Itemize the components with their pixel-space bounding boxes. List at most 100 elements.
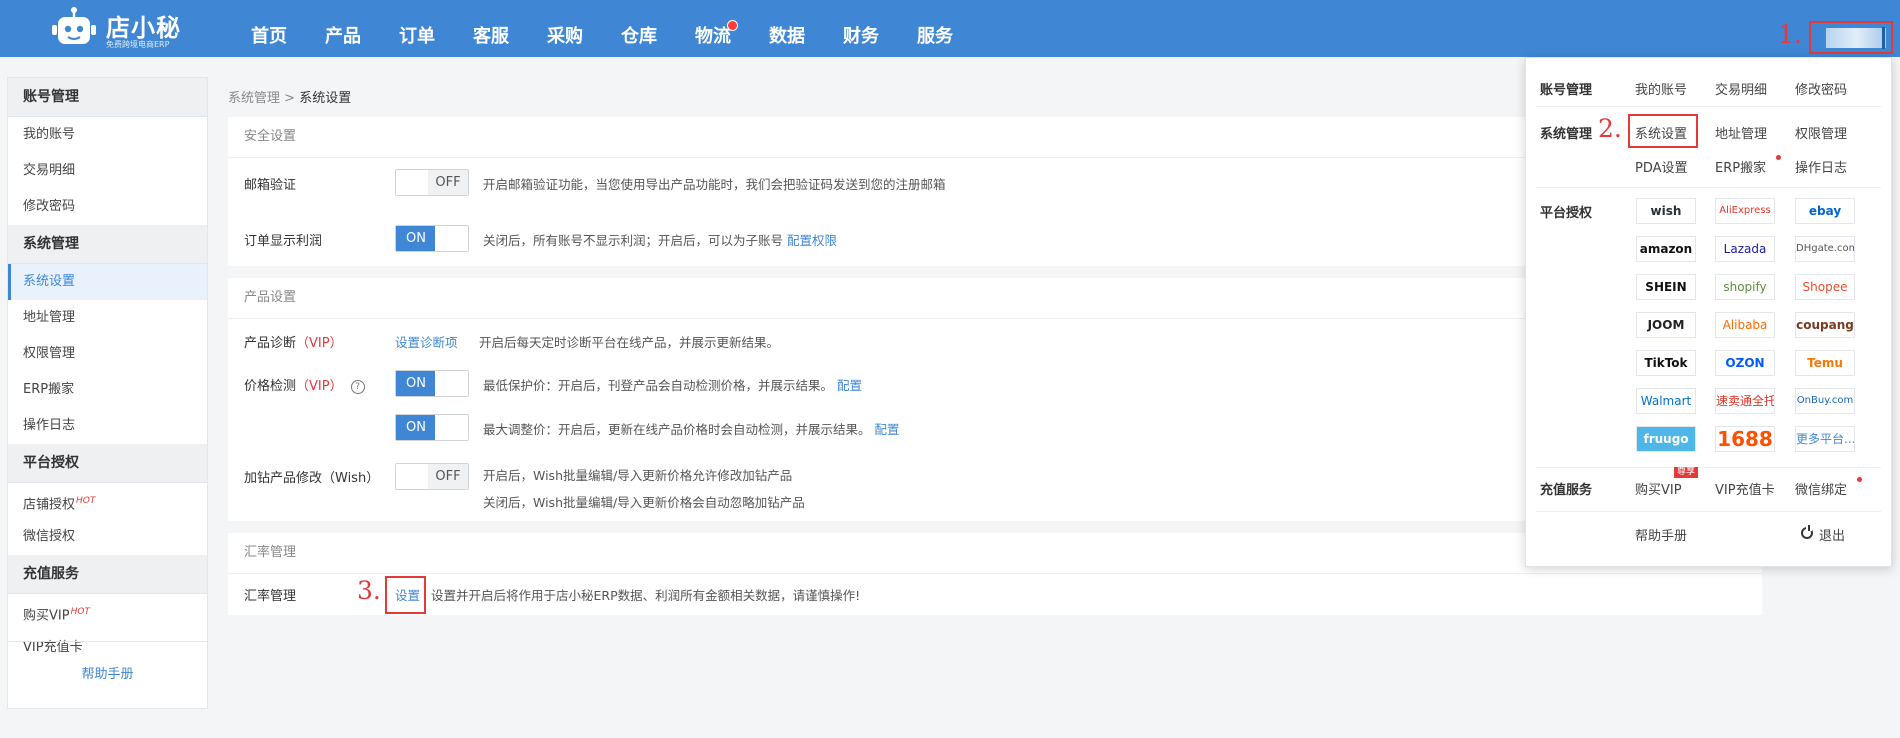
dropdown-buy-vip[interactable]: 购买VIP bbox=[1635, 479, 1682, 498]
profit-display-toggle[interactable]: ON bbox=[395, 225, 469, 252]
platform-11-logo[interactable]: coupang bbox=[1795, 312, 1855, 338]
nav-home[interactable]: 首页 bbox=[232, 0, 306, 57]
dropdown-change-password[interactable]: 修改密码 bbox=[1795, 79, 1847, 98]
sidebar-item-operation-log[interactable]: 操作日志 bbox=[8, 408, 207, 444]
user-avatar-blurred bbox=[1826, 28, 1886, 48]
platform-7-logo[interactable]: shopify bbox=[1715, 274, 1775, 300]
dropdown-vip-card[interactable]: VIP充值卡 bbox=[1715, 479, 1775, 498]
max-price-toggle[interactable]: ON bbox=[395, 414, 469, 441]
dropdown-address[interactable]: 地址管理 bbox=[1715, 123, 1767, 142]
toggle-state: ON bbox=[396, 415, 436, 440]
nav-customer-service[interactable]: 客服 bbox=[454, 0, 528, 57]
brand-logo[interactable]: 店小秘 免费跨境电商ERP bbox=[50, 6, 200, 50]
sidebar-section-recharge: 充值服务 bbox=[8, 555, 207, 594]
min-price-desc: 最低保护价：开启后，刊登产品会自动检测价格，并展示结果。 配置 bbox=[483, 375, 862, 394]
sidebar-section-account: 账号管理 bbox=[8, 78, 207, 117]
min-price-desc-text: 最低保护价：开启后，刊登产品会自动检测价格，并展示结果。 bbox=[483, 378, 834, 393]
nav-products[interactable]: 产品 bbox=[306, 0, 380, 57]
sidebar-item-store-auth[interactable]: 店铺授权HOT bbox=[8, 483, 207, 519]
nav-logistics[interactable]: 物流 bbox=[676, 0, 750, 57]
sidebar-item-address[interactable]: 地址管理 bbox=[8, 300, 207, 336]
sidebar-item-change-password[interactable]: 修改密码 bbox=[8, 189, 207, 225]
platform-20-logo[interactable]: 更多平台... bbox=[1795, 426, 1855, 452]
dropdown-section-platform: 平台授权 bbox=[1540, 206, 1593, 221]
sidebar-item-wechat-auth[interactable]: 微信授权 bbox=[8, 519, 207, 555]
dropdown-help-manual[interactable]: 帮助手册 bbox=[1635, 525, 1687, 544]
platform-14-logo[interactable]: Temu bbox=[1795, 350, 1855, 376]
platform-6-logo[interactable]: SHEIN bbox=[1636, 274, 1696, 300]
divider bbox=[1536, 467, 1881, 468]
nav-purchase[interactable]: 采购 bbox=[528, 0, 602, 57]
dropdown-my-account[interactable]: 我的账号 bbox=[1635, 79, 1687, 98]
breadcrumb-separator: > bbox=[284, 91, 296, 106]
max-price-desc-text: 最大调整价：开启后，更新在线产品价格时会自动检测，并展示结果。 bbox=[483, 422, 871, 437]
wish-diamond-label: 加钻产品修改（Wish） bbox=[244, 471, 380, 486]
user-account-menu[interactable] bbox=[1809, 21, 1893, 54]
email-verify-toggle[interactable]: OFF bbox=[395, 169, 469, 196]
platform-1-logo[interactable]: AliExpress bbox=[1715, 198, 1775, 224]
platform-2-logo[interactable]: ebay bbox=[1795, 198, 1855, 224]
platform-18-logo[interactable]: fruugo bbox=[1636, 426, 1696, 452]
dropdown-erp-migration[interactable]: ERP搬家 bbox=[1715, 157, 1766, 176]
sidebar-item-system-settings[interactable]: 系统设置 bbox=[8, 264, 207, 300]
hot-badge: HOT bbox=[70, 607, 90, 617]
platform-13-logo[interactable]: OZON bbox=[1715, 350, 1775, 376]
sidebar-help-link[interactable]: 帮助手册 bbox=[8, 641, 207, 708]
product-diagnosis-label: 产品诊断（VIP） bbox=[244, 332, 343, 351]
breadcrumb-parent[interactable]: 系统管理 bbox=[228, 91, 280, 106]
toggle-state: ON bbox=[396, 371, 436, 396]
dropdown-permissions[interactable]: 权限管理 bbox=[1795, 123, 1847, 142]
sidebar-item-permissions[interactable]: 权限管理 bbox=[8, 336, 207, 372]
config-permission-link[interactable]: 配置权限 bbox=[787, 233, 837, 248]
platform-0-logo[interactable]: wish bbox=[1636, 198, 1696, 224]
sidebar-section-platform: 平台授权 bbox=[8, 444, 207, 483]
dropdown-section-account: 账号管理 bbox=[1540, 83, 1593, 98]
platform-15-logo[interactable]: Walmart bbox=[1636, 388, 1696, 414]
dropdown-operation-log[interactable]: 操作日志 bbox=[1795, 157, 1847, 176]
diagnosis-settings-link-wrap: 设置诊断项 bbox=[395, 332, 458, 351]
platform-10-logo[interactable]: Alibaba bbox=[1715, 312, 1775, 338]
platform-17-logo[interactable]: OnBuy.com bbox=[1795, 388, 1855, 414]
platform-4-logo[interactable]: Lazada bbox=[1715, 236, 1775, 262]
platform-12-logo[interactable]: TikTok bbox=[1636, 350, 1696, 376]
dropdown-system-settings[interactable]: 系统设置 bbox=[1635, 123, 1687, 142]
nav-services[interactable]: 服务 bbox=[898, 0, 972, 57]
question-circle-icon[interactable]: ? bbox=[350, 379, 365, 394]
divider bbox=[1536, 106, 1881, 107]
exchange-rate-desc: 设置并开启后将作用于店小秘ERP数据、利润所有金额相关数据，请谨慎操作! bbox=[431, 588, 861, 603]
product-diagnosis-desc: 开启后每天定时诊断平台在线产品，并展示更新结果。 bbox=[479, 335, 780, 350]
dropdown-transactions[interactable]: 交易明细 bbox=[1715, 79, 1767, 98]
highlight-box-settings bbox=[385, 576, 426, 614]
breadcrumb: 系统管理 > 系统设置 bbox=[228, 87, 351, 106]
platform-19-logo[interactable]: 1688 bbox=[1715, 426, 1775, 452]
platform-16-logo[interactable]: 速卖通全托管 bbox=[1715, 388, 1775, 414]
hot-badge: HOT bbox=[76, 496, 96, 506]
nav-data[interactable]: 数据 bbox=[750, 0, 824, 57]
platform-5-logo[interactable]: DHgate.com bbox=[1795, 236, 1855, 262]
dropdown-wechat-bind[interactable]: 微信绑定 bbox=[1795, 479, 1847, 498]
sidebar-item-my-account[interactable]: 我的账号 bbox=[8, 117, 207, 153]
toggle-state: OFF bbox=[428, 464, 468, 489]
platform-8-logo[interactable]: Shopee bbox=[1795, 274, 1855, 300]
profit-display-desc-text: 关闭后，所有账号不显示利润；开启后，可以为子账号 bbox=[483, 233, 784, 248]
power-icon bbox=[1801, 525, 1813, 539]
wish-diamond-toggle[interactable]: OFF bbox=[395, 463, 469, 490]
sidebar-item-buy-vip[interactable]: 购买VIPHOT bbox=[8, 594, 207, 630]
logout-label: 退出 bbox=[1819, 529, 1846, 544]
dropdown-pda-settings[interactable]: PDA设置 bbox=[1635, 157, 1688, 176]
min-price-config-link[interactable]: 配置 bbox=[837, 378, 862, 393]
email-verify-label: 邮箱验证 bbox=[244, 178, 297, 193]
sidebar-item-transactions[interactable]: 交易明细 bbox=[8, 153, 207, 189]
platform-3-logo[interactable]: amazon bbox=[1636, 236, 1696, 262]
nav-warehouse[interactable]: 仓库 bbox=[602, 0, 676, 57]
nav-orders[interactable]: 订单 bbox=[380, 0, 454, 57]
max-price-config-link[interactable]: 配置 bbox=[875, 422, 900, 437]
min-price-toggle[interactable]: ON bbox=[395, 370, 469, 397]
services-notification-dot bbox=[727, 20, 738, 31]
diagnosis-settings-link[interactable]: 设置诊断项 bbox=[395, 335, 458, 350]
dropdown-logout[interactable]: 退出 bbox=[1801, 525, 1845, 544]
breadcrumb-current: 系统设置 bbox=[299, 91, 352, 106]
sidebar-item-erp-migration[interactable]: ERP搬家 bbox=[8, 372, 207, 408]
platform-9-logo[interactable]: JOOM bbox=[1636, 312, 1696, 338]
nav-finance[interactable]: 财务 bbox=[824, 0, 898, 57]
